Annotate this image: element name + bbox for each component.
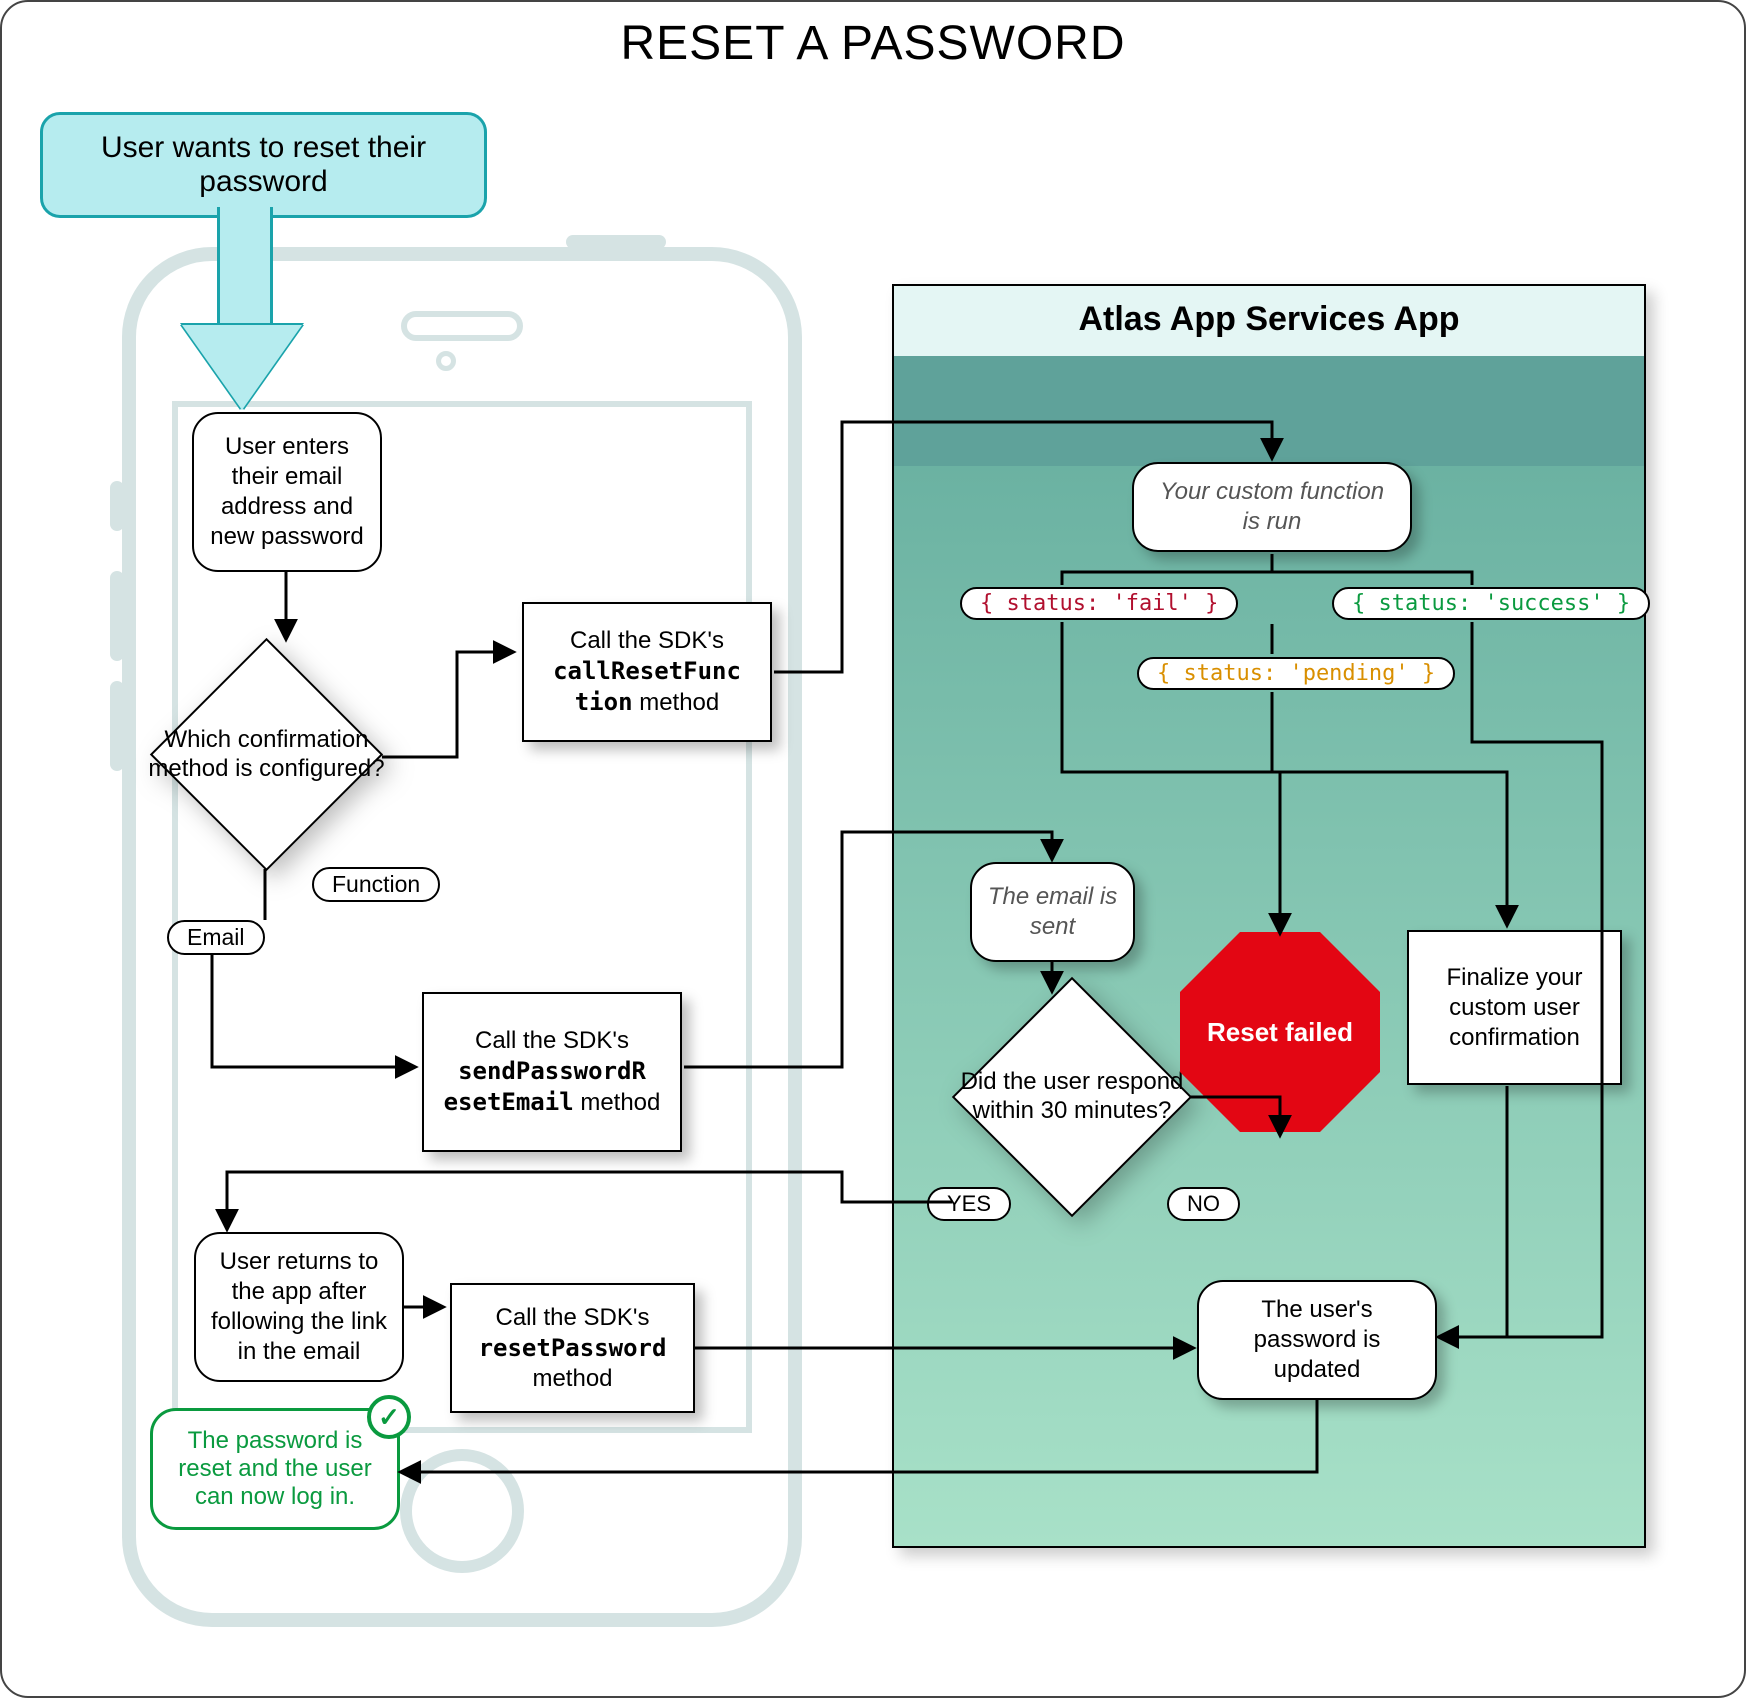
node-custom-fn: Your custom function is run [1132, 462, 1412, 552]
node-send-reset-email: Call the SDK's sendPasswordR esetEmail m… [422, 992, 682, 1152]
node-reset-password: Call the SDK's resetPassword method [450, 1283, 695, 1413]
text: Call the SDK's [475, 1027, 629, 1054]
arrow-down-icon [192, 207, 292, 417]
node-call-reset-func: Call the SDK's callResetFunc tion method [522, 602, 772, 742]
decision-confirmation-method: Which confirmation method is configured? [184, 672, 349, 837]
status-pending: { status: 'pending' } [1137, 657, 1455, 690]
check-icon: ✓ [367, 1395, 411, 1439]
label-function: Function [312, 867, 440, 902]
node-password-updated: The user's password is updated [1197, 1280, 1437, 1400]
status-success: { status: 'success' } [1332, 587, 1650, 620]
text: Call the SDK's [496, 1304, 650, 1331]
node-user-returns: User returns to the app after following … [194, 1232, 404, 1382]
node-email-sent: The email is sent [970, 862, 1135, 962]
label-no: NO [1167, 1187, 1240, 1221]
server-title: Atlas App Services App [894, 300, 1644, 339]
start-callout: User wants to reset their password [40, 112, 487, 218]
node-reset-failed: Reset failed [1180, 932, 1380, 1132]
text: Call the SDK's [570, 627, 724, 654]
decision-30min: Did the user respond within 30 minutes? [987, 1012, 1157, 1182]
node-user-enters: User enters their email address and new … [192, 412, 382, 572]
status-fail: { status: 'fail' } [960, 587, 1238, 620]
text: method [580, 1089, 660, 1116]
label-yes: YES [927, 1187, 1011, 1221]
label-email: Email [167, 920, 265, 955]
diagram-title: RESET A PASSWORD [2, 16, 1744, 71]
text: method [639, 689, 719, 716]
code: resetPassword [479, 1334, 667, 1362]
node-success: The password is reset and the user can n… [150, 1408, 400, 1530]
node-finalize: Finalize your custom user confirmation [1407, 930, 1622, 1085]
text: method [532, 1365, 612, 1392]
